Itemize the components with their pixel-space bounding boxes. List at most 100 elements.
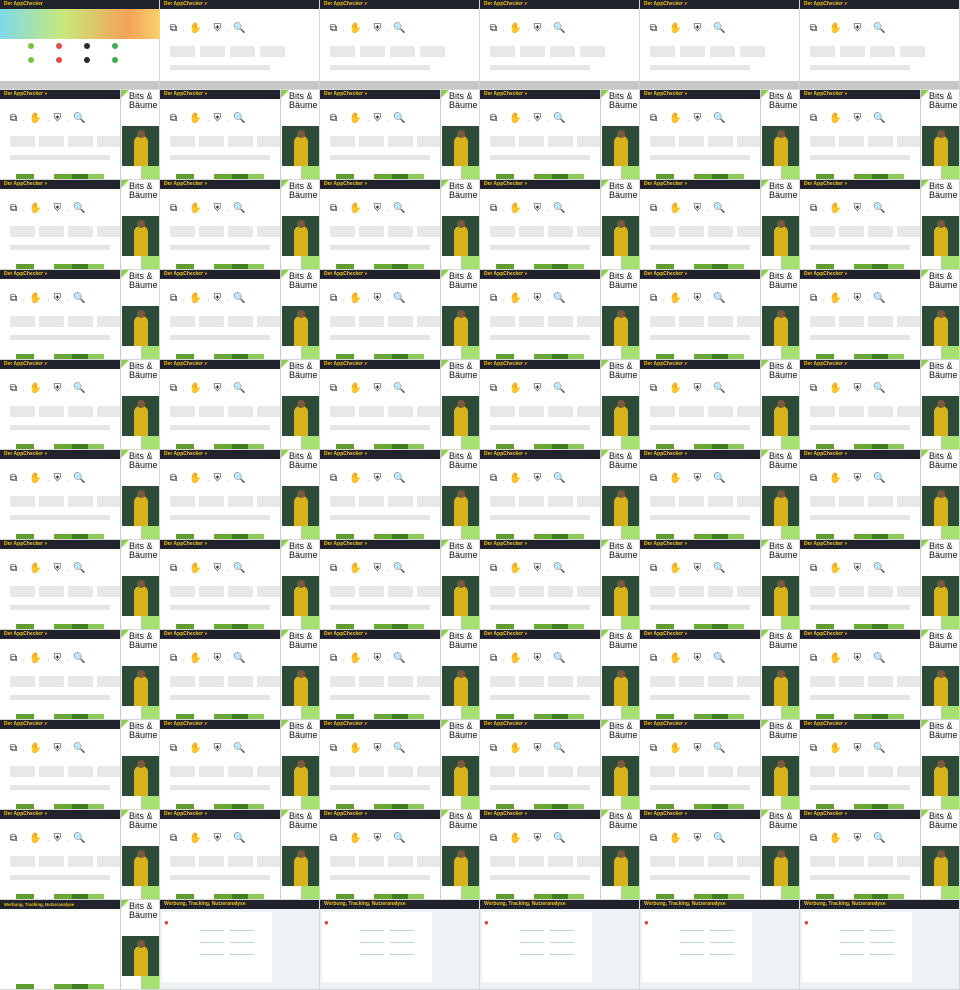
thumbnail[interactable]: Der AppChecker » ⧉ → ✋ → ⛨ → 🔍 Bits & Bäume xyxy=(0,180,160,270)
thumbnail[interactable]: Der AppChecker » ⧉ → ✋ → ⛨ → 🔍 Bits & Bäume xyxy=(0,270,160,360)
thumbnail[interactable]: Der AppChecker » ⧉ → ✋ → ⛨ → 🔍 Bits & Bäume xyxy=(480,810,640,900)
thumbnail[interactable]: Der AppChecker » ⧉ → ✋ → ⛨ → 🔍 Bits & Bäume xyxy=(320,270,480,360)
conference-logo-text: Bits & Bäume xyxy=(129,721,158,740)
copy-icon: ⧉ xyxy=(330,473,338,484)
thumbnail[interactable]: Der AppChecker » ⧉ → ✋ → ⛨ → 🔍 Bits & Bäume xyxy=(640,810,800,900)
thumbnail[interactable]: Der AppChecker » ⧉ → ✋ → ⛨ → 🔍 Bits & Bäume xyxy=(640,450,800,540)
thumbnail[interactable]: Der AppChecker xyxy=(0,0,160,90)
speaker-body xyxy=(134,586,148,616)
text-box xyxy=(199,136,224,147)
speaker-video xyxy=(922,396,959,436)
speaker-video xyxy=(282,306,319,346)
thumbnail[interactable]: Der AppChecker » ⧉ → ✋ → ⛨ → 🔍 Bits & Bäume xyxy=(800,270,960,360)
arrow-icon: → xyxy=(385,206,390,212)
thumbnail[interactable]: Der AppChecker » ⧉ → ✋ → ⛨ → 🔍 Bits & Bäume xyxy=(320,450,480,540)
thumbnail[interactable]: Der AppChecker » ⧉ → ✋ → ⛨ → 🔍 Bits & Bäume xyxy=(0,360,160,450)
thumbnail[interactable]: Der AppChecker » ⧉ → ✋ → ⛨ → 🔍 Bits & Bäume xyxy=(480,450,640,540)
thumbnail[interactable]: Der AppChecker » ⧉ → ✋ → ⛨ → 🔍 Bits & Bäume xyxy=(800,180,960,270)
slide-content: ⧉ → ✋ → ⛨ → 🔍 xyxy=(800,9,959,81)
thumbnail[interactable]: Der AppChecker » ⧉ → ✋ → ⛨ → 🔍 Bits & Bäume xyxy=(480,180,640,270)
text-box xyxy=(577,676,602,687)
thumbnail[interactable]: Der AppChecker » ⧉ → ✋ → ⛨ → 🔍 xyxy=(800,0,960,90)
magnifier-icon: 🔍 xyxy=(393,383,406,394)
thumbnail[interactable]: Der AppChecker » ⧉ → ✋ → ⛨ → 🔍 Bits & Bäume xyxy=(0,810,160,900)
thumbnail[interactable]: Der AppChecker » ⧉ → ✋ → ⛨ → 🔍 Bits & Bäume xyxy=(640,360,800,450)
thumbnail[interactable]: Der AppChecker » ⧉ → ✋ → ⛨ → 🔍 Bits & Bäume xyxy=(800,90,960,180)
thumbnail[interactable]: Der AppChecker » ⧉ → ✋ → ⛨ → 🔍 Bits & Bäume xyxy=(320,360,480,450)
slide-content: ⧉ → ✋ → ⛨ → 🔍 xyxy=(480,369,602,441)
thumbnail[interactable]: Der AppChecker » ⧉ → ✋ → ⛨ → 🔍 Bits & Bäume xyxy=(800,450,960,540)
thumbnail[interactable]: Der AppChecker » ⧉ → ✋ → ⛨ → 🔍 Bits & Bäume xyxy=(320,180,480,270)
thumbnail[interactable]: Werbung, Tracking, Nutzeranalyse ● xyxy=(160,900,320,990)
text-box xyxy=(228,586,253,597)
thumbnail[interactable]: Der AppChecker » ⧉ → ✋ → ⛨ → 🔍 xyxy=(640,0,800,90)
thumbnail[interactable]: Der AppChecker » ⧉ → ✋ → ⛨ → 🔍 Bits & Bäume xyxy=(160,540,320,630)
shield-icon: ⛨ xyxy=(53,563,62,574)
thumbnail[interactable]: Der AppChecker » ⧉ → ✋ → ⛨ → 🔍 Bits & Bäume xyxy=(320,810,480,900)
thumbnail[interactable]: Der AppChecker » ⧉ → ✋ → ⛨ → 🔍 xyxy=(480,0,640,90)
text-box xyxy=(330,46,355,57)
copy-icon: ⧉ xyxy=(10,203,18,214)
progress-bands xyxy=(160,441,280,449)
thumbnail[interactable]: Der AppChecker » ⧉ → ✋ → ⛨ → 🔍 Bits & Bäume xyxy=(480,270,640,360)
thumbnail[interactable]: Der AppChecker » ⧉ → ✋ → ⛨ → 🔍 Bits & Bäume xyxy=(640,90,800,180)
thumbnail[interactable]: Der AppChecker » ⧉ → ✋ → ⛨ → 🔍 xyxy=(320,0,480,90)
thumbnail[interactable]: Der AppChecker » ⧉ → ✋ → ⛨ → 🔍 Bits & Bäume xyxy=(160,360,320,450)
text-boxes xyxy=(330,856,442,867)
speaker-body xyxy=(774,136,788,166)
thumbnail[interactable]: Der AppChecker » ⧉ → ✋ → ⛨ → 🔍 Bits & Bäume xyxy=(160,270,320,360)
thumbnail[interactable]: Werbung, Tracking, Nutzeranalyse ● xyxy=(320,900,480,990)
thumbnail[interactable]: Der AppChecker » ⧉ → ✋ → ⛨ → 🔍 Bits & Bäume xyxy=(640,720,800,810)
thumbnail[interactable]: Der AppChecker » ⧉ → ✋ → ⛨ → 🔍 Bits & Bäume xyxy=(160,180,320,270)
thumbnail[interactable]: Der AppChecker » ⧉ → ✋ → ⛨ → 🔍 Bits & Bäume xyxy=(800,540,960,630)
thumbnail[interactable]: Der AppChecker » ⧉ → ✋ → ⛨ → 🔍 Bits & Bäume xyxy=(320,540,480,630)
thumbnail[interactable]: Der AppChecker » ⧉ → ✋ → ⛨ → 🔍 Bits & Bäume xyxy=(640,630,800,720)
thumbnail[interactable]: Werbung, Tracking, Nutzeranalyse ● xyxy=(800,900,960,990)
text-box xyxy=(650,586,675,597)
thumbnail[interactable]: Der AppChecker » ⧉ → ✋ → ⛨ → 🔍 Bits & Bäume xyxy=(480,720,640,810)
text-box xyxy=(870,46,895,57)
speaker-body xyxy=(294,406,308,436)
shield-icon: ⛨ xyxy=(213,473,222,484)
thumbnail[interactable]: Werbung, Tracking, Nutzeranalyse Bits & B… xyxy=(0,900,160,990)
thumbnail[interactable]: Der AppChecker » ⧉ → ✋ → ⛨ → 🔍 Bits & Bäume xyxy=(480,630,640,720)
thumbnail[interactable]: Werbung, Tracking, Nutzeranalyse ● xyxy=(480,900,640,990)
thumbnail[interactable]: Der AppChecker » ⧉ → ✋ → ⛨ → 🔍 Bits & Bäume xyxy=(0,90,160,180)
process-icons: ⧉ → ✋ → ⛨ → 🔍 xyxy=(490,561,566,577)
thumbnail[interactable]: Der AppChecker » ⧉ → ✋ → ⛨ → 🔍 Bits & Bäume xyxy=(480,360,640,450)
thumbnail[interactable]: Der AppChecker » ⧉ → ✋ → ⛨ → 🔍 Bits & Bäume xyxy=(160,720,320,810)
thumbnail[interactable]: Der AppChecker » ⧉ → ✋ → ⛨ → 🔍 Bits & Bäume xyxy=(640,270,800,360)
thumbnail[interactable]: Der AppChecker » ⧉ → ✋ → ⛨ → 🔍 Bits & Bäume xyxy=(0,720,160,810)
thumbnail[interactable]: Der AppChecker » ⧉ → ✋ → ⛨ → 🔍 Bits & Bäume xyxy=(800,630,960,720)
thumbnail[interactable]: Werbung, Tracking, Nutzeranalyse ● xyxy=(640,900,800,990)
thumbnail[interactable]: Der AppChecker » ⧉ → ✋ → ⛨ → 🔍 Bits & Bäume xyxy=(800,360,960,450)
text-boxes xyxy=(810,226,922,237)
slide-title: Der AppChecker » xyxy=(644,811,688,817)
slide-title: Der AppChecker » xyxy=(644,271,688,277)
thumbnail[interactable]: Der AppChecker » ⧉ → ✋ → ⛨ → 🔍 Bits & Bäume xyxy=(800,720,960,810)
thumbnail[interactable]: Der AppChecker » ⧉ → ✋ → ⛨ → 🔍 xyxy=(160,0,320,90)
text-box xyxy=(10,496,35,507)
text-box xyxy=(708,766,733,777)
text-line xyxy=(550,954,574,955)
thumbnail[interactable]: Der AppChecker » ⧉ → ✋ → ⛨ → 🔍 Bits & Bäume xyxy=(160,90,320,180)
thumbnail[interactable]: Der AppChecker » ⧉ → ✋ → ⛨ → 🔍 Bits & Bäume xyxy=(640,540,800,630)
thumbnail[interactable]: Der AppChecker » ⧉ → ✋ → ⛨ → 🔍 Bits & Bäume xyxy=(0,540,160,630)
thumbnail[interactable]: Der AppChecker » ⧉ → ✋ → ⛨ → 🔍 Bits & Bäume xyxy=(480,90,640,180)
conference-sidebar: Bits & Bäume xyxy=(920,270,959,359)
thumbnail[interactable]: Der AppChecker » ⧉ → ✋ → ⛨ → 🔍 Bits & Bäume xyxy=(160,810,320,900)
thumbnail[interactable]: Der AppChecker » ⧉ → ✋ → ⛨ → 🔍 Bits & Bäume xyxy=(0,630,160,720)
thumbnail[interactable]: Der AppChecker » ⧉ → ✋ → ⛨ → 🔍 Bits & Bäume xyxy=(320,720,480,810)
text-box xyxy=(519,586,544,597)
thumbnail[interactable]: Der AppChecker » ⧉ → ✋ → ⛨ → 🔍 Bits & Bäume xyxy=(640,180,800,270)
thumbnail[interactable]: Der AppChecker » ⧉ → ✋ → ⛨ → 🔍 Bits & Bäume xyxy=(0,450,160,540)
thumbnail[interactable]: Der AppChecker » ⧉ → ✋ → ⛨ → 🔍 Bits & Bäume xyxy=(160,630,320,720)
thumbnail[interactable]: Der AppChecker » ⧉ → ✋ → ⛨ → 🔍 Bits & Bäume xyxy=(160,450,320,540)
thumbnail[interactable]: Der AppChecker » ⧉ → ✋ → ⛨ → 🔍 Bits & Bäume xyxy=(320,90,480,180)
shield-icon: ⛨ xyxy=(853,293,862,304)
shield-icon: ⛨ xyxy=(373,473,382,484)
thumbnail[interactable]: Der AppChecker » ⧉ → ✋ → ⛨ → 🔍 Bits & Bäume xyxy=(800,810,960,900)
thumbnail[interactable]: Der AppChecker » ⧉ → ✋ → ⛨ → 🔍 Bits & Bäume xyxy=(320,630,480,720)
copy-icon: ⧉ xyxy=(10,473,18,484)
thumbnail[interactable]: Der AppChecker » ⧉ → ✋ → ⛨ → 🔍 Bits & Bäume xyxy=(480,540,640,630)
